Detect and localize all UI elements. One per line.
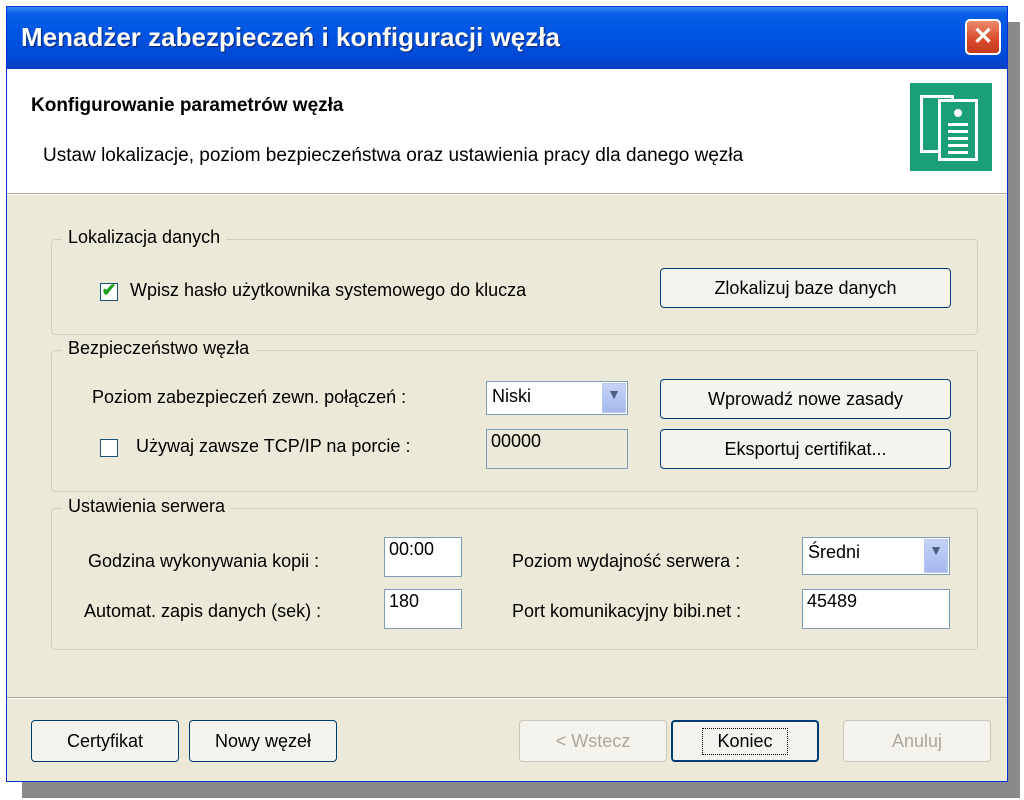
header-title: Konfigurowanie parametrów węzła <box>31 95 344 116</box>
new-rules-button[interactable]: Wprowadź nowe zasady <box>660 379 951 419</box>
performance-level-value: Średni <box>808 542 861 562</box>
group-legend: Lokalizacja danych <box>62 227 227 248</box>
tcp-port-field[interactable]: 00000 <box>486 429 628 469</box>
locate-database-button[interactable]: Zlokalizuj baze danych <box>660 268 951 308</box>
backup-time-label: Godzina wykonywania kopii : <box>88 551 320 571</box>
chevron-down-icon[interactable]: ▼ <box>602 383 626 413</box>
back-button[interactable]: < Wstecz <box>519 720 667 762</box>
autosave-label: Automat. zapis danych (sek) : <box>84 601 322 621</box>
wizard-header: Konfigurowanie parametrów węzła Ustaw lo… <box>7 69 1007 193</box>
tcp-checkbox-label[interactable]: Używaj zawsze TCP/IP na porcie : <box>136 436 410 457</box>
document-icon <box>910 83 992 171</box>
backup-time-field[interactable]: 00:00 <box>384 537 462 577</box>
title-bar[interactable]: Menadżer zabezpieczeń i konfiguracji węz… <box>7 7 1007 69</box>
performance-level-label: Poziom wydajność serwera : <box>512 551 741 571</box>
footer-divider <box>7 697 1007 699</box>
certificate-button[interactable]: Certyfikat <box>31 720 179 762</box>
group-serwer: Ustawienia serwera Godzina wykonywania k… <box>51 496 978 650</box>
new-node-button[interactable]: Nowy węzeł <box>189 720 337 762</box>
security-level-select[interactable]: Niski ▼ <box>486 381 628 415</box>
close-button[interactable]: ✕ <box>965 19 1001 55</box>
autosave-field[interactable]: 180 <box>384 589 462 629</box>
cancel-button[interactable]: Anuluj <box>843 720 991 762</box>
header-divider <box>7 193 1007 195</box>
security-level-value: Niski <box>492 386 531 406</box>
security-level-label: Poziom zabezpieczeń zewn. połączeń : <box>92 387 407 407</box>
port-field[interactable]: 45489 <box>802 589 950 629</box>
performance-level-select[interactable]: Średni ▼ <box>802 537 950 575</box>
group-legend: Bezpieczeństwo węzła <box>62 338 256 359</box>
chevron-down-icon[interactable]: ▼ <box>924 539 948 573</box>
group-legend: Ustawienia serwera <box>62 496 232 517</box>
window-title: Menadżer zabezpieczeń i konfiguracji węz… <box>21 22 560 52</box>
close-icon: ✕ <box>972 23 994 50</box>
password-checkbox-label[interactable]: Wpisz hasło użytkownika systemowego do k… <box>130 280 526 301</box>
checkmark-icon: ✔ <box>101 280 117 300</box>
tcp-checkbox[interactable] <box>100 439 118 457</box>
group-bezpieczenstwo: Bezpieczeństwo węzła Poziom zabezpieczeń… <box>51 338 978 492</box>
finish-button-label: Koniec <box>702 727 788 755</box>
export-certificate-button[interactable]: Eksportuj certifikat... <box>660 429 951 469</box>
group-lokalizacja: Lokalizacja danych ✔ Wpisz hasło użytkow… <box>51 227 978 335</box>
header-subtitle: Ustaw lokalizacje, poziom bezpieczeństwa… <box>43 145 744 166</box>
password-checkbox[interactable]: ✔ <box>100 280 118 301</box>
dialog-window: Menadżer zabezpieczeń i konfiguracji węz… <box>6 6 1008 782</box>
finish-button[interactable]: Koniec <box>671 720 819 762</box>
port-label: Port komunikacyjny bibi.net : <box>512 601 742 621</box>
